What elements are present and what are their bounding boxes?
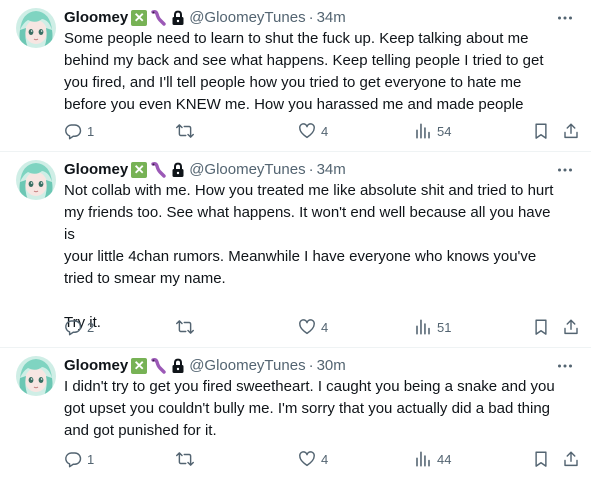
lock-icon (172, 10, 184, 25)
avatar[interactable] (16, 160, 56, 200)
bookmark-icon (535, 123, 547, 139)
tweet-content: Gloomey ✕ @GloomeyTunes · 34m Not collab… (64, 160, 575, 337)
views-icon (416, 123, 430, 139)
name-emojis: ✕ (131, 357, 185, 375)
avatar-image (16, 160, 56, 200)
like-button[interactable]: 4 (298, 448, 328, 470)
worm-emoji-icon (151, 10, 166, 26)
tweet-text: Some people need to learn to shut the fu… (64, 30, 544, 113)
tweet-header: Gloomey ✕ @GloomeyTunes · 30m (64, 356, 575, 376)
retweet-button[interactable] (176, 448, 199, 470)
share-button[interactable] (562, 120, 580, 142)
reply-button[interactable]: 1 (64, 448, 94, 470)
avatar-image (16, 8, 56, 48)
name-emojis: ✕ (131, 9, 185, 27)
tweet-text: I didn't try to get you fired sweetheart… (64, 378, 555, 439)
views-count: 54 (437, 123, 452, 139)
check-emoji-icon: ✕ (131, 10, 148, 26)
lock-icon (172, 162, 184, 177)
reply-icon (65, 320, 82, 336)
handle[interactable]: @GloomeyTunes (189, 160, 305, 180)
check-emoji-icon: ✕ (131, 358, 148, 374)
views-count: 44 (437, 451, 452, 467)
action-bar: 1 4 54 (64, 120, 578, 142)
share-icon (564, 319, 578, 335)
reply-count: 2 (87, 319, 95, 335)
views-button[interactable]: 44 (414, 448, 451, 470)
separator: · (308, 9, 314, 26)
share-button[interactable] (562, 448, 580, 470)
reply-icon (65, 124, 82, 140)
bookmark-button[interactable] (532, 120, 550, 142)
avatar[interactable] (16, 356, 56, 396)
separator: · (308, 357, 314, 374)
reply-button[interactable]: 1 (64, 120, 94, 142)
worm-emoji-icon (151, 162, 166, 178)
more-icon[interactable] (555, 356, 575, 376)
like-button[interactable]: 4 (298, 120, 328, 142)
reply-count: 1 (87, 451, 95, 467)
name-emojis: ✕ (131, 161, 185, 179)
reply-icon (65, 452, 82, 468)
worm-emoji-icon (151, 358, 166, 374)
handle[interactable]: @GloomeyTunes (189, 356, 305, 376)
separator: · (308, 161, 314, 178)
retweet-icon (176, 124, 194, 138)
avatar-column (16, 8, 56, 141)
like-icon (299, 319, 315, 335)
timestamp[interactable]: 34m (317, 8, 346, 28)
share-icon (564, 451, 578, 467)
avatar-column (16, 356, 56, 472)
bookmark-icon (535, 451, 547, 467)
views-icon (416, 319, 430, 335)
retweet-button[interactable] (176, 316, 199, 338)
display-name[interactable]: Gloomey (64, 356, 128, 376)
retweet-icon (176, 452, 194, 466)
tweet-text: Not collab with me. How you treated me l… (64, 182, 554, 331)
avatar[interactable] (16, 8, 56, 48)
views-icon (416, 451, 430, 467)
reply-count: 1 (87, 123, 95, 139)
views-count: 51 (437, 319, 452, 335)
tweet[interactable]: Gloomey ✕ @GloomeyTunes · 30m I didn't t… (0, 348, 591, 482)
tweet-header: Gloomey ✕ @GloomeyTunes · 34m (64, 8, 575, 28)
like-count: 4 (321, 451, 329, 467)
reply-button[interactable]: 2 (64, 316, 94, 338)
action-bar: 2 4 51 (64, 316, 578, 338)
views-button[interactable]: 54 (414, 120, 451, 142)
timestamp[interactable]: 30m (317, 356, 346, 376)
action-bar: 1 4 44 (64, 448, 578, 470)
tweet[interactable]: Gloomey ✕ @GloomeyTunes · 34m Some peopl… (0, 0, 591, 152)
like-count: 4 (321, 123, 329, 139)
bookmark-icon (535, 319, 547, 335)
more-icon[interactable] (555, 8, 575, 28)
like-icon (299, 123, 315, 139)
more-icon[interactable] (555, 160, 575, 180)
retweet-button[interactable] (176, 120, 199, 142)
bookmark-button[interactable] (532, 448, 550, 470)
views-button[interactable]: 51 (414, 316, 451, 338)
avatar-image (16, 356, 56, 396)
like-button[interactable]: 4 (298, 316, 328, 338)
display-name[interactable]: Gloomey (64, 8, 128, 28)
avatar-column (16, 160, 56, 337)
check-emoji-icon: ✕ (131, 162, 148, 178)
bookmark-button[interactable] (532, 316, 550, 338)
lock-icon (172, 358, 184, 373)
display-name[interactable]: Gloomey (64, 160, 128, 180)
like-count: 4 (321, 319, 329, 335)
tweet[interactable]: Gloomey ✕ @GloomeyTunes · 34m Not collab… (0, 152, 591, 348)
retweet-icon (176, 320, 194, 334)
handle[interactable]: @GloomeyTunes (189, 8, 305, 28)
share-icon (564, 123, 578, 139)
share-button[interactable] (562, 316, 580, 338)
tweet-header: Gloomey ✕ @GloomeyTunes · 34m (64, 160, 575, 180)
like-icon (299, 451, 315, 467)
timestamp[interactable]: 34m (317, 160, 346, 180)
